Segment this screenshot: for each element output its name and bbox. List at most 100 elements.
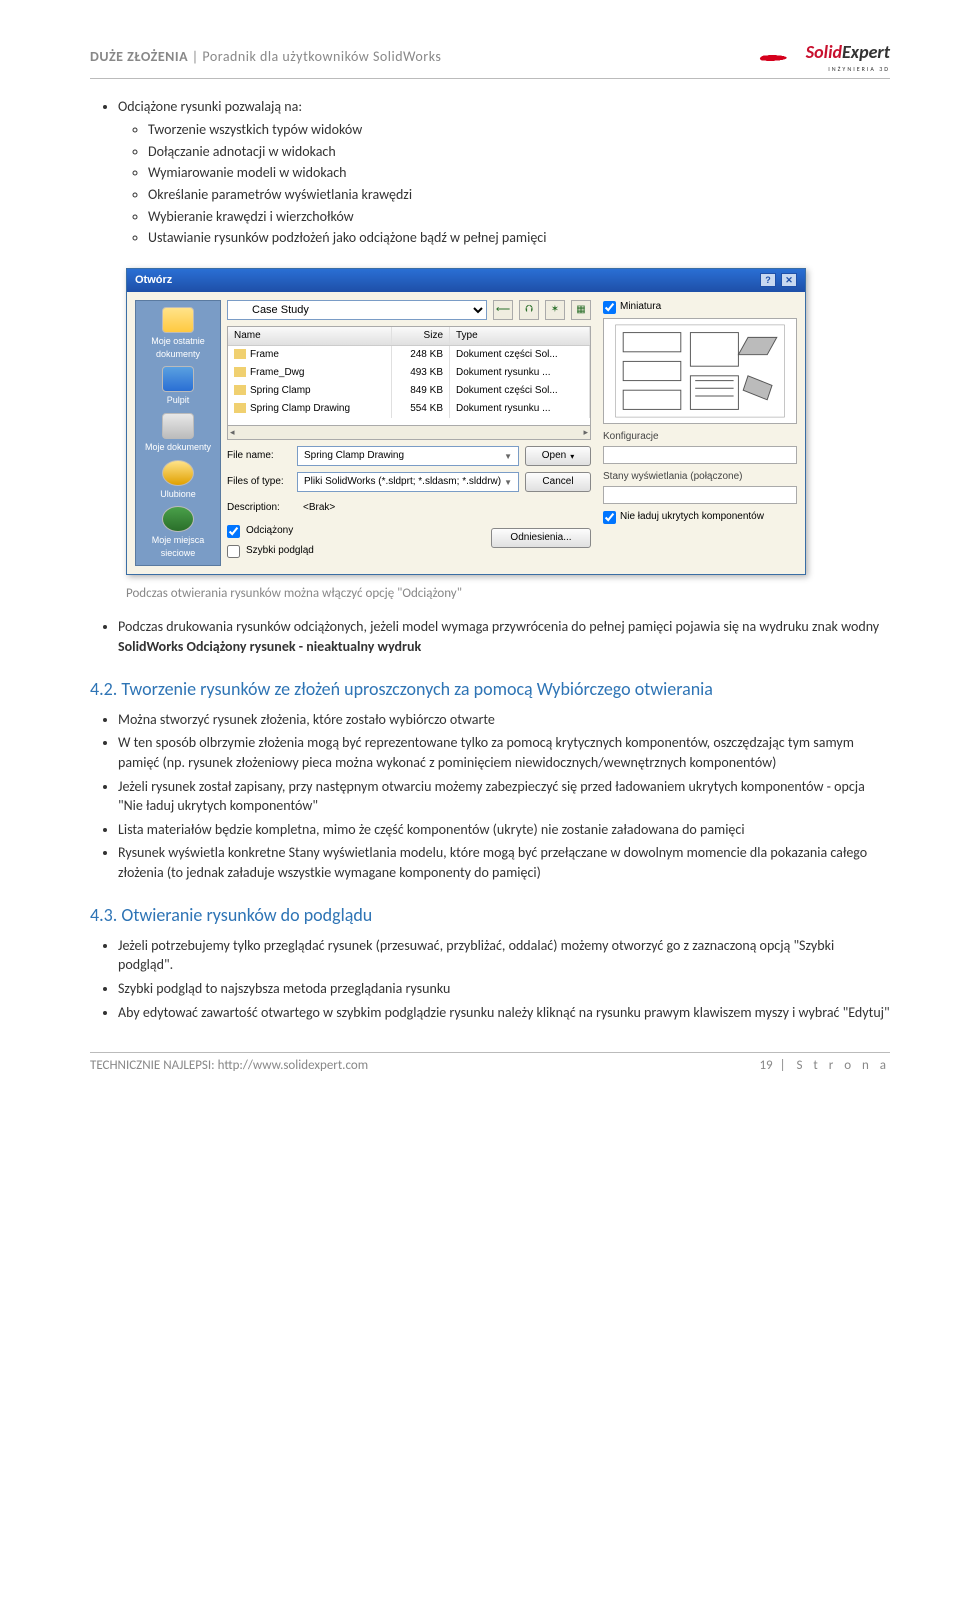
up-icon[interactable]: ⮉ [519, 300, 539, 320]
section1-item: Wymiarowanie modeli w widokach [148, 163, 890, 183]
back-icon[interactable]: ⟵ [493, 300, 513, 320]
list-item: Jeżeli potrzebujemy tylko przeglądać rys… [118, 936, 890, 975]
file-list[interactable]: Name Size Type Frame 248 KB Dokument czę… [227, 326, 591, 426]
noload-checkbox-row: Nie ładuj ukrytych komponentów [603, 510, 797, 524]
filetype-value: Pliki SolidWorks (*.sldprt; *.sldasm; *.… [304, 475, 501, 489]
footer-page-word: | S t r o n a [773, 1058, 890, 1073]
header-left-title: DUŻE ZŁOŻENIA [90, 48, 188, 65]
file-type: Dokument rysunku ... [450, 364, 590, 382]
section1-sublist: Tworzenie wszystkich typów widoków Dołąc… [118, 120, 890, 248]
noload-checkbox[interactable] [603, 511, 616, 524]
filetype-row: Files of type: Pliki SolidWorks (*.sldpr… [227, 472, 591, 492]
filetype-label: Files of type: [227, 475, 291, 489]
list-item: W ten sposób olbrzymie złożenia mogą być… [118, 733, 890, 772]
afterimage-bold: SolidWorks Odciążony rysunek - nieaktual… [118, 638, 421, 655]
logo-subtitle: INŻYNIERIA 3D [806, 65, 890, 73]
file-icon [234, 367, 246, 377]
afterimage-item: Podczas drukowania rysunków odciążonych,… [118, 617, 890, 656]
afterimage-text: Podczas drukowania rysunków odciążonych,… [118, 618, 879, 635]
scroll-left-icon[interactable]: ◂ [230, 426, 235, 439]
footer-page: 19 | S t r o n a [759, 1057, 890, 1075]
chevron-down-icon[interactable]: ▾ [570, 451, 574, 462]
place-label: Moje miejsca sieciowe [152, 535, 205, 558]
list-item: Jeżeli rysunek został zapisany, przy nas… [118, 777, 890, 816]
quickview-checkbox[interactable] [227, 545, 240, 558]
open-button[interactable]: Open ▾ [525, 446, 591, 466]
dialog-titlebar: Otwórz ? ✕ [127, 269, 805, 292]
col-name[interactable]: Name [228, 327, 392, 345]
file-row[interactable]: Spring Clamp 849 KB Dokument części Sol.… [228, 382, 590, 400]
chevron-down-icon[interactable]: ▼ [504, 451, 512, 462]
file-size: 248 KB [392, 346, 450, 364]
section-4-2-list: Można stworzyć rysunek złożenia, które z… [90, 710, 890, 883]
open-dialog: Otwórz ? ✕ Moje ostatnie dokumenty Pulpi… [126, 268, 806, 576]
section1-list: Odciążone rysunki pozwalają na: Tworzeni… [90, 97, 890, 248]
place-network[interactable]: Moje miejsca sieciowe [138, 504, 218, 561]
place-favorites[interactable]: Ulubione [138, 458, 218, 503]
place-label: Ulubione [160, 489, 196, 499]
section-4-3-heading: 4.3. Otwieranie rysunków do podglądu [90, 903, 890, 928]
filetype-dropdown[interactable]: Pliki SolidWorks (*.sldprt; *.sldasm; *.… [297, 472, 519, 492]
list-item: Lista materiałów będzie kompletna, mimo … [118, 820, 890, 840]
lookin-row: Case Study ⟵ ⮉ ✶ ▦ [227, 300, 591, 320]
lookin-dropdown[interactable]: Case Study [227, 300, 487, 320]
section1-item: Dołączanie adnotacji w widokach [148, 142, 890, 162]
horizontal-scrollbar[interactable]: ◂▸ [227, 426, 591, 440]
section1-item: Określanie parametrów wyświetlania krawę… [148, 185, 890, 205]
file-type: Dokument rysunku ... [450, 400, 590, 418]
cancel-button[interactable]: Cancel [525, 472, 591, 492]
col-type[interactable]: Type [450, 327, 590, 345]
section-4-2-heading: 4.2. Tworzenie rysunków ze złożeń uprosz… [90, 677, 890, 702]
page-header: DUŻE ZŁOŻENIA | Poradnik dla użytkownikó… [90, 40, 890, 79]
afterimage-list: Podczas drukowania rysunków odciążonych,… [90, 617, 890, 656]
col-size[interactable]: Size [392, 327, 450, 345]
places-bar: Moje ostatnie dokumenty Pulpit Moje doku… [135, 300, 221, 566]
file-size: 493 KB [392, 364, 450, 382]
configurations-label: Konfiguracje [603, 430, 797, 444]
place-desktop[interactable]: Pulpit [138, 364, 218, 409]
help-icon[interactable]: ? [760, 273, 776, 287]
documents-icon [162, 413, 194, 439]
open-label: Open [542, 449, 566, 463]
list-item: Szybki podgląd to najszybsza metoda prze… [118, 979, 890, 999]
folder-icon [162, 307, 194, 333]
configurations-box[interactable] [603, 446, 797, 464]
file-icon [234, 385, 246, 395]
footer-left-pre: TECHNICZNIE NAJLEPSI: [90, 1058, 218, 1073]
place-documents[interactable]: Moje dokumenty [138, 411, 218, 456]
lightweight-checkbox[interactable] [227, 525, 240, 538]
file-name: Spring Clamp Drawing [250, 403, 350, 414]
list-item: Aby edytować zawartość otwartego w szybk… [118, 1003, 890, 1023]
file-row[interactable]: Spring Clamp Drawing 554 KB Dokument rys… [228, 400, 590, 418]
file-row[interactable]: Frame_Dwg 493 KB Dokument rysunku ... [228, 364, 590, 382]
file-size: 849 KB [392, 382, 450, 400]
file-icon [234, 403, 246, 413]
thumbnail-preview [603, 318, 797, 424]
section1-item: Tworzenie wszystkich typów widoków [148, 120, 890, 140]
logo-brand1: Solid [806, 41, 842, 63]
place-recent[interactable]: Moje ostatnie dokumenty [138, 305, 218, 362]
filename-input[interactable]: Spring Clamp Drawing▼ [297, 446, 519, 466]
scroll-right-icon[interactable]: ▸ [583, 426, 588, 439]
logo-swoosh-icon [760, 47, 800, 67]
file-row[interactable]: Frame 248 KB Dokument części Sol... [228, 346, 590, 364]
chevron-down-icon[interactable]: ▼ [504, 477, 512, 488]
star-icon [162, 460, 194, 486]
section-4-3-list: Jeżeli potrzebujemy tylko przeglądać rys… [90, 936, 890, 1022]
open-dialog-screenshot: Otwórz ? ✕ Moje ostatnie dokumenty Pulpi… [126, 268, 890, 576]
references-button[interactable]: Odniesienia... [491, 528, 591, 548]
list-item: Rysunek wyświetla konkretne Stany wyświe… [118, 843, 890, 882]
file-name: Frame_Dwg [250, 367, 304, 378]
footer-url: http://www.solidexpert.com [218, 1058, 368, 1073]
noload-label: Nie ładuj ukrytych komponentów [620, 510, 764, 524]
close-icon[interactable]: ✕ [781, 273, 797, 287]
displaystates-box[interactable] [603, 486, 797, 504]
brand-logo: SolidExpert INŻYNIERIA 3D [760, 40, 890, 74]
file-type: Dokument części Sol... [450, 382, 590, 400]
newfolder-icon[interactable]: ✶ [545, 300, 565, 320]
thumbnail-checkbox[interactable] [603, 301, 616, 314]
views-icon[interactable]: ▦ [571, 300, 591, 320]
preview-panel: Miniatura [597, 300, 797, 566]
drawing-preview-icon [608, 323, 792, 419]
dialog-title: Otwórz [135, 273, 172, 288]
